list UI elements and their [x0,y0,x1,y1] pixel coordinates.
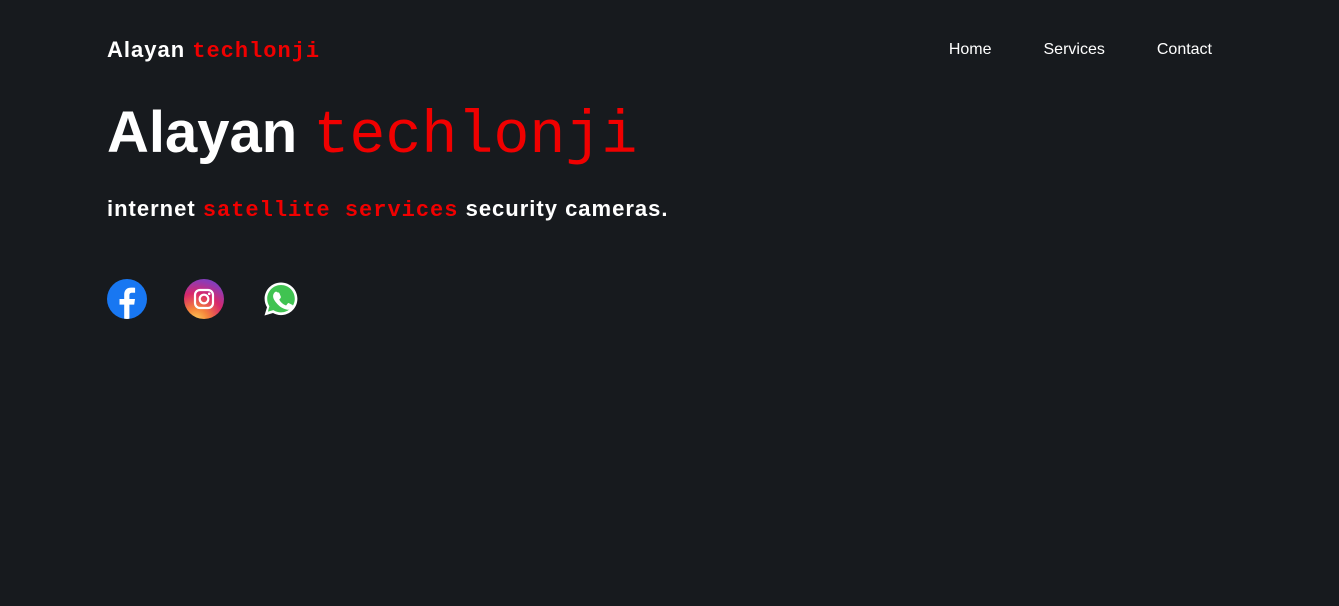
hero-title-accent: techlonji [313,103,638,171]
hero-title-main: Alayan [107,100,298,165]
main-nav: Home Services Contact [897,40,1212,60]
logo-main-text: Alayan [107,37,186,62]
facebook-link[interactable] [107,279,147,319]
tagline-part1: internet [107,196,196,221]
logo-accent-text: techlonji [192,39,321,64]
instagram-link[interactable] [184,279,224,319]
nav-home-link[interactable]: Home [949,40,992,60]
site-logo[interactable]: Alayan techlonji [107,36,320,66]
hero-tagline: internet satellite services security cam… [107,194,668,226]
facebook-icon [119,287,136,319]
nav-contact-link[interactable]: Contact [1157,40,1212,60]
whatsapp-icon [264,282,298,316]
tagline-accent: satellite services [202,198,459,223]
whatsapp-link[interactable] [261,279,301,319]
social-links [107,279,338,319]
nav-services-link[interactable]: Services [1044,40,1105,60]
page: Alayan techlonji Home Services Contact A… [0,0,1339,606]
hero-title: Alayan techlonji [107,100,637,170]
instagram-icon [193,288,215,310]
tagline-part2: security cameras. [465,196,669,221]
